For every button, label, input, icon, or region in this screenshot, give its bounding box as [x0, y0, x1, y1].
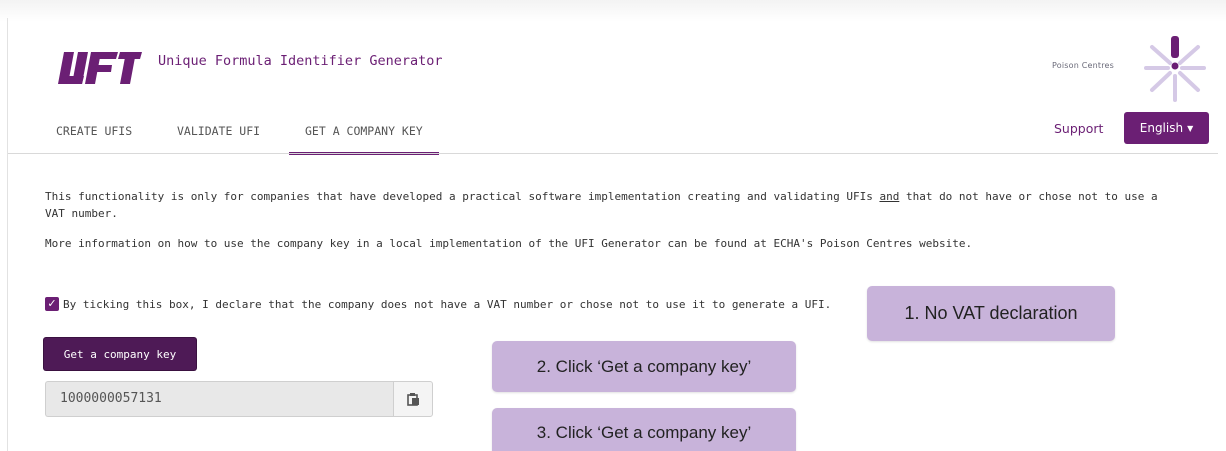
intro-paragraph: This functionality is only for companies…	[45, 188, 1175, 222]
clipboard-icon	[407, 393, 419, 406]
support-link[interactable]: Support	[1054, 121, 1103, 136]
callout-step-1: 1. No VAT declaration	[867, 286, 1115, 341]
page-left-border	[7, 18, 8, 451]
intro-text-start: This functionality is only for companies…	[45, 190, 880, 203]
language-label: English	[1139, 121, 1184, 135]
caret-down-icon: ▼	[1187, 123, 1194, 133]
nav-divider	[8, 153, 1218, 154]
tab-create-ufis[interactable]: CREATE UFIS	[56, 114, 132, 152]
tab-get-company-key[interactable]: GET A COMPANY KEY	[289, 114, 439, 155]
top-shadow	[0, 0, 1226, 22]
callout-step-3: 3. Click ‘Get a company key’	[492, 408, 796, 451]
tab-validate-ufi[interactable]: VALIDATE UFI	[177, 114, 260, 152]
no-vat-checkbox-label: By ticking this box, I declare that the …	[63, 297, 832, 311]
more-info-paragraph: More information on how to use the compa…	[45, 237, 973, 250]
language-dropdown[interactable]: English ▼	[1124, 112, 1209, 144]
no-vat-declaration: ✓ By ticking this box, I declare that th…	[45, 297, 831, 311]
app-title: Unique Formula Identifier Generator	[158, 53, 443, 69]
poison-centres-label: Poison Centres	[1052, 61, 1115, 70]
callout-step-2: 2. Click ‘Get a company key’	[492, 341, 796, 392]
get-company-key-button[interactable]: Get a company key	[44, 338, 196, 370]
ufi-logo-icon	[58, 46, 142, 88]
poison-centres-logo-icon[interactable]	[1140, 30, 1210, 105]
copy-key-button[interactable]	[393, 381, 433, 417]
no-vat-checkbox[interactable]: ✓	[45, 297, 59, 311]
intro-text-emphasis: and	[879, 190, 900, 203]
company-key-field[interactable]: 1000000057131	[45, 381, 393, 417]
